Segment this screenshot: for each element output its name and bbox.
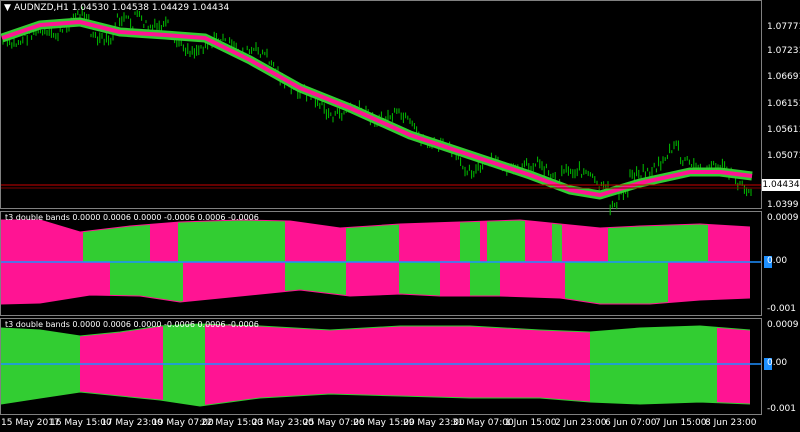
time-label: 2 Jun 23:00	[555, 418, 607, 428]
price-label: 1.07231	[767, 46, 800, 56]
upper-band-block	[525, 220, 552, 262]
upper-band-block	[150, 222, 178, 262]
time-label: 7 Jun 15:00	[655, 418, 707, 428]
indicator2-label-zero: 0.00	[767, 358, 788, 368]
t3-moving-average	[0, 17, 753, 200]
ma-inner-line	[1, 20, 753, 197]
indicator2-title: t3 double bands 0.0000 0.0006 0.0000 -0.…	[5, 320, 259, 329]
indicator2-label-top: 0.0009	[767, 320, 799, 330]
upper-band-block	[708, 224, 750, 262]
upper-band-block	[590, 326, 717, 364]
upper-band-block	[205, 324, 590, 364]
time-label: 6 Jun 07:00	[605, 418, 657, 428]
lower-band-block	[717, 364, 750, 404]
time-label: 8 Jun 23:00	[705, 418, 757, 428]
lower-band-block	[163, 364, 205, 406]
price-label: 1.07771	[767, 22, 800, 32]
current-price-badge: 1.04434	[762, 179, 800, 191]
lower-band-block	[183, 262, 285, 302]
indicator1-label-zero: 0.00	[767, 256, 788, 266]
price-label: 1.06151	[767, 99, 800, 109]
ma-outer-band	[0, 17, 753, 200]
lower-band-block	[470, 262, 500, 296]
upper-band-block	[608, 224, 708, 262]
upper-band-block	[163, 324, 205, 364]
indicator1-label-top: 0.0009	[767, 213, 799, 223]
indicator2-bands	[0, 323, 751, 407]
lower-band-block	[500, 262, 565, 299]
price-label: 1.0399	[767, 200, 799, 210]
lower-band-block	[440, 262, 470, 296]
lower-band-block	[399, 262, 440, 296]
lower-band-block	[205, 364, 590, 406]
upper-band-block	[178, 220, 285, 262]
chart-menu-icon[interactable]: ▼	[4, 3, 11, 13]
indicator1-label-bottom: -0.001	[767, 304, 797, 314]
indicator2-label-bottom: -0.001	[767, 404, 797, 414]
lower-band-block	[668, 262, 750, 303]
upper-band-block	[460, 221, 480, 262]
time-label: 1 Jun 15:00	[505, 418, 557, 428]
lower-band-block	[590, 364, 717, 404]
upper-band-block	[717, 327, 750, 364]
upper-band-block	[480, 221, 487, 262]
upper-band-block	[346, 224, 399, 262]
upper-band-block	[399, 222, 460, 262]
lower-band-block	[565, 262, 668, 304]
upper-band-block	[1, 220, 83, 262]
upper-band-block	[1, 328, 80, 364]
indicator1-title: t3 double bands 0.0000 0.0006 0.0000 -0.…	[5, 213, 259, 222]
symbol-info: AUDNZD,H1 1.04530 1.04538 1.04429 1.0443…	[14, 3, 230, 13]
price-label: 1.05611	[767, 125, 800, 135]
upper-band-block	[487, 220, 525, 262]
lower-band-block	[346, 262, 399, 296]
price-label: 1.06691	[767, 72, 800, 82]
upper-band-block	[562, 224, 608, 262]
price-label: 1.05071	[767, 151, 800, 161]
lower-band-block	[80, 364, 163, 401]
lower-band-block	[1, 262, 110, 304]
upper-band-block	[552, 223, 562, 262]
